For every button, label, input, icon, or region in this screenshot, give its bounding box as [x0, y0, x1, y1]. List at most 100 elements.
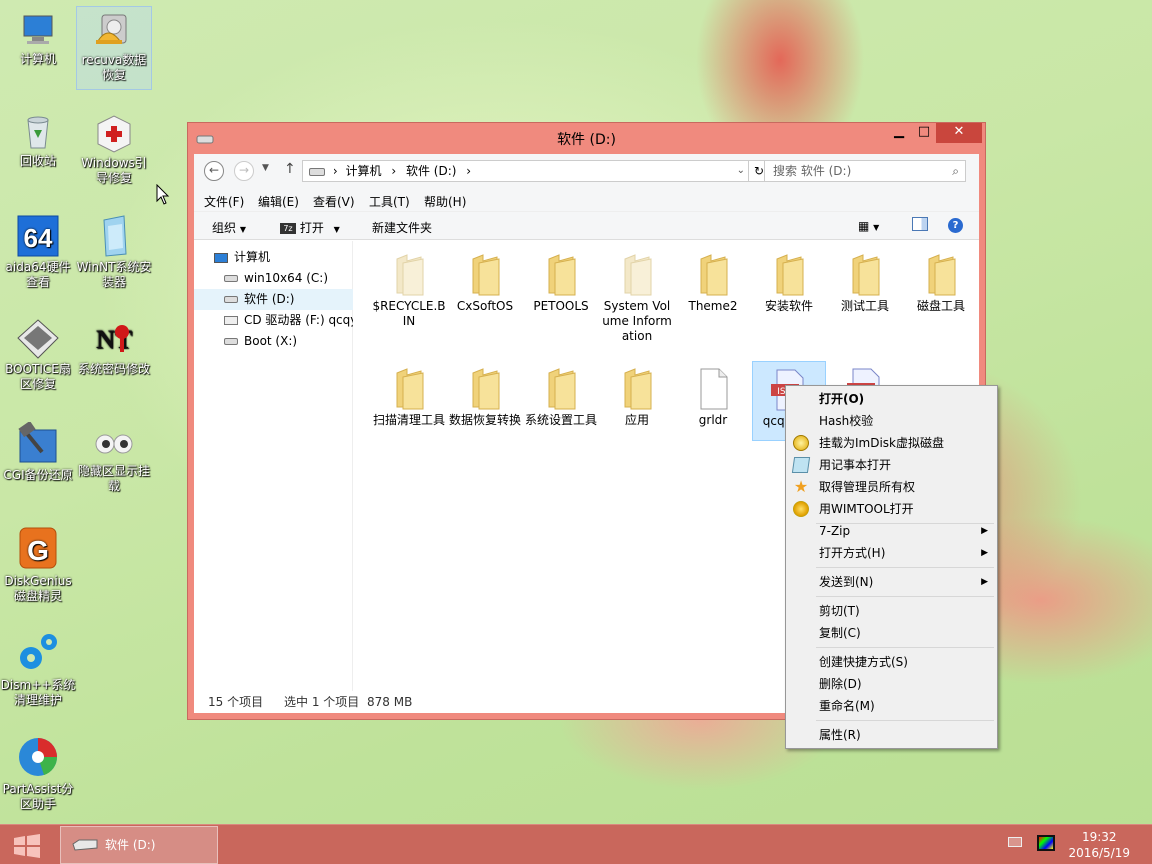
file-item[interactable]: PETOOLS	[524, 247, 598, 314]
menu-tools[interactable]: 工具(T)	[369, 193, 410, 210]
file-name: grldr	[698, 413, 728, 427]
submenu-arrow-icon: ▶	[981, 548, 988, 558]
desktop-icon-label: BOOTICE扇区修复	[5, 362, 71, 391]
address-bar[interactable]: › 计算机 › 软件 (D:) › ⌄	[302, 160, 750, 182]
view-options-icon[interactable]: ▦ ▼	[858, 219, 879, 233]
desktop-icon-aida64[interactable]: 64 aida64硬件查看	[0, 210, 76, 290]
menu-help[interactable]: 帮助(H)	[424, 193, 466, 210]
context-menu-item[interactable]: 发送到(N) ▶	[789, 571, 994, 593]
folder-icon	[624, 368, 652, 410]
new-folder-button[interactable]: 新建文件夹	[372, 219, 432, 236]
recent-dropdown-icon[interactable]: ▼	[262, 163, 269, 173]
file-item[interactable]: 系统设置工具	[524, 361, 598, 428]
maximize-button[interactable]: □	[910, 123, 938, 143]
context-menu-item[interactable]: 剪切(T)	[789, 600, 994, 622]
up-button[interactable]: ↑	[284, 161, 296, 177]
file-item[interactable]: Theme2	[676, 247, 750, 314]
menu-edit[interactable]: 编辑(E)	[258, 193, 299, 210]
desktop-icon-recycle-bin[interactable]: 回收站	[0, 108, 76, 169]
file-item[interactable]: $RECYCLE.BIN	[372, 247, 446, 329]
breadcrumb-drive[interactable]: 软件 (D:)	[406, 164, 456, 178]
organize-button[interactable]: 组织 ▼	[212, 219, 246, 236]
search-input[interactable]: 搜索 软件 (D:) ⌕	[764, 160, 966, 182]
preview-pane-icon[interactable]	[912, 217, 928, 234]
desktop-icon-label: DiskGenius磁盘精灵	[4, 574, 72, 603]
desktop-icon-bootice[interactable]: BOOTICE扇区修复	[0, 314, 76, 392]
nav-item-x-drive[interactable]: Boot (X:)	[194, 331, 353, 352]
item-count: 15 个项目	[208, 695, 264, 709]
desktop-icon-computer[interactable]: 计算机	[0, 6, 76, 67]
file-item[interactable]: CxSoftOS	[448, 247, 522, 314]
desktop-icon-cgi-backup[interactable]: CGI备份还原	[0, 418, 76, 483]
windows-start-icon[interactable]	[12, 834, 42, 858]
context-menu-label: 用记事本打开	[819, 458, 892, 472]
context-menu-item[interactable]: ★ 取得管理员所有权	[789, 476, 994, 498]
nav-item-computer[interactable]: 计算机	[194, 247, 353, 268]
context-menu-item[interactable]: 复制(C)	[789, 622, 994, 644]
file-item[interactable]: 扫描清理工具	[372, 361, 446, 428]
desktop-icon-label: 系统密码修改	[77, 362, 150, 376]
context-menu-item[interactable]: 挂载为ImDisk虚拟磁盘	[789, 432, 994, 454]
context-menu-label: 剪切(T)	[819, 604, 860, 618]
help-icon[interactable]: ?	[948, 217, 963, 233]
drive-icon	[224, 338, 238, 345]
organize-label: 组织	[212, 221, 237, 235]
context-menu-item[interactable]: 删除(D)	[789, 673, 994, 695]
context-menu-item[interactable]: 打开(O)	[789, 388, 994, 410]
breadcrumb-computer[interactable]: 计算机	[345, 164, 381, 178]
context-menu-item[interactable]: 7-Zip ▶	[789, 520, 994, 542]
desktop-icon-partassist[interactable]: PartAssist分区助手	[0, 730, 76, 812]
context-menu-label: 创建快捷方式(S)	[819, 655, 908, 669]
context-menu-item[interactable]: 用WIMTOOL打开	[789, 498, 994, 520]
nav-item-d-drive[interactable]: 软件 (D:)	[194, 289, 353, 310]
back-button[interactable]: ←	[204, 161, 224, 181]
context-menu-item[interactable]: 打开方式(H) ▶	[789, 542, 994, 564]
eyes-icon	[95, 434, 133, 454]
context-menu-item[interactable]: Hash校验	[789, 410, 994, 432]
file-item[interactable]: 数据恢复转换	[448, 361, 522, 428]
forward-button[interactable]: →	[234, 161, 254, 181]
cd-drive-icon	[224, 316, 238, 325]
desktop-icon-recuva[interactable]: recuva数据恢复	[76, 6, 152, 90]
desktop-icon-hidden-partition[interactable]: 隐藏区显示挂载	[76, 418, 152, 494]
selected-count: 选中 1 个项目	[284, 695, 360, 709]
file-item[interactable]: 测试工具	[828, 247, 902, 314]
keyboard-icon[interactable]	[1008, 837, 1022, 847]
desktop-icon-label: PartAssist分区助手	[2, 782, 74, 811]
nav-item-c-drive[interactable]: win10x64 (C:)	[194, 268, 353, 289]
desktop-icon-windows-boot[interactable]: Windows引导修复	[76, 108, 152, 186]
taskbar-item-explorer[interactable]: 软件 (D:)	[60, 826, 218, 864]
context-menu-item[interactable]: 属性(R)	[789, 724, 994, 746]
file-name: 应用	[624, 413, 649, 427]
menu-file[interactable]: 文件(F)	[204, 193, 244, 210]
file-item[interactable]: 安装软件	[752, 247, 826, 314]
display-icon[interactable]	[1037, 835, 1055, 851]
nav-item-cd-drive[interactable]: CD 驱动器 (F:) qcqy	[194, 310, 353, 331]
nav-label: CD 驱动器 (F:) qcqy	[244, 313, 353, 327]
taskbar-item-label: 软件 (D:)	[105, 838, 156, 852]
nav-label: win10x64 (C:)	[244, 271, 328, 285]
open-button[interactable]: 7z 打开 ▼	[280, 219, 340, 236]
file-name: 数据恢复转换	[448, 413, 521, 427]
drive-icon	[309, 167, 325, 176]
desktop-icon-winnt-setup[interactable]: WinNT系统安装器	[76, 210, 152, 290]
minimize-button[interactable]: ▁	[885, 123, 913, 143]
menu-view[interactable]: 查看(V)	[313, 193, 355, 210]
title-bar[interactable]: 软件 (D:) ▁ □ ✕	[188, 123, 985, 153]
context-menu-item[interactable]: 用记事本打开	[789, 454, 994, 476]
close-button[interactable]: ✕	[936, 123, 982, 143]
clock[interactable]: 19:32 2016/5/19	[1068, 829, 1130, 861]
file-item[interactable]: 磁盘工具	[904, 247, 978, 314]
context-menu-label: 7-Zip	[819, 524, 851, 538]
file-item[interactable]: 应用	[600, 361, 674, 428]
context-menu-item[interactable]: 创建快捷方式(S)	[789, 651, 994, 673]
file-item[interactable]: System Volume Information	[600, 247, 674, 344]
file-item[interactable]: grldr	[676, 361, 750, 428]
desktop-icon-password-tool[interactable]: NT 系统密码修改	[76, 314, 152, 377]
file-name: 安装软件	[764, 299, 813, 313]
desktop-icon-dism[interactable]: Dism++系统清理维护	[0, 624, 76, 708]
navigation-pane: 计算机 win10x64 (C:) 软件 (D:) CD 驱动器 (F:) qc…	[194, 241, 353, 691]
desktop-icon-diskgenius[interactable]: G DiskGenius磁盘精灵	[0, 520, 76, 604]
address-dropdown-icon[interactable]: ⌄	[737, 161, 745, 181]
context-menu-item[interactable]: 重命名(M)	[789, 695, 994, 717]
